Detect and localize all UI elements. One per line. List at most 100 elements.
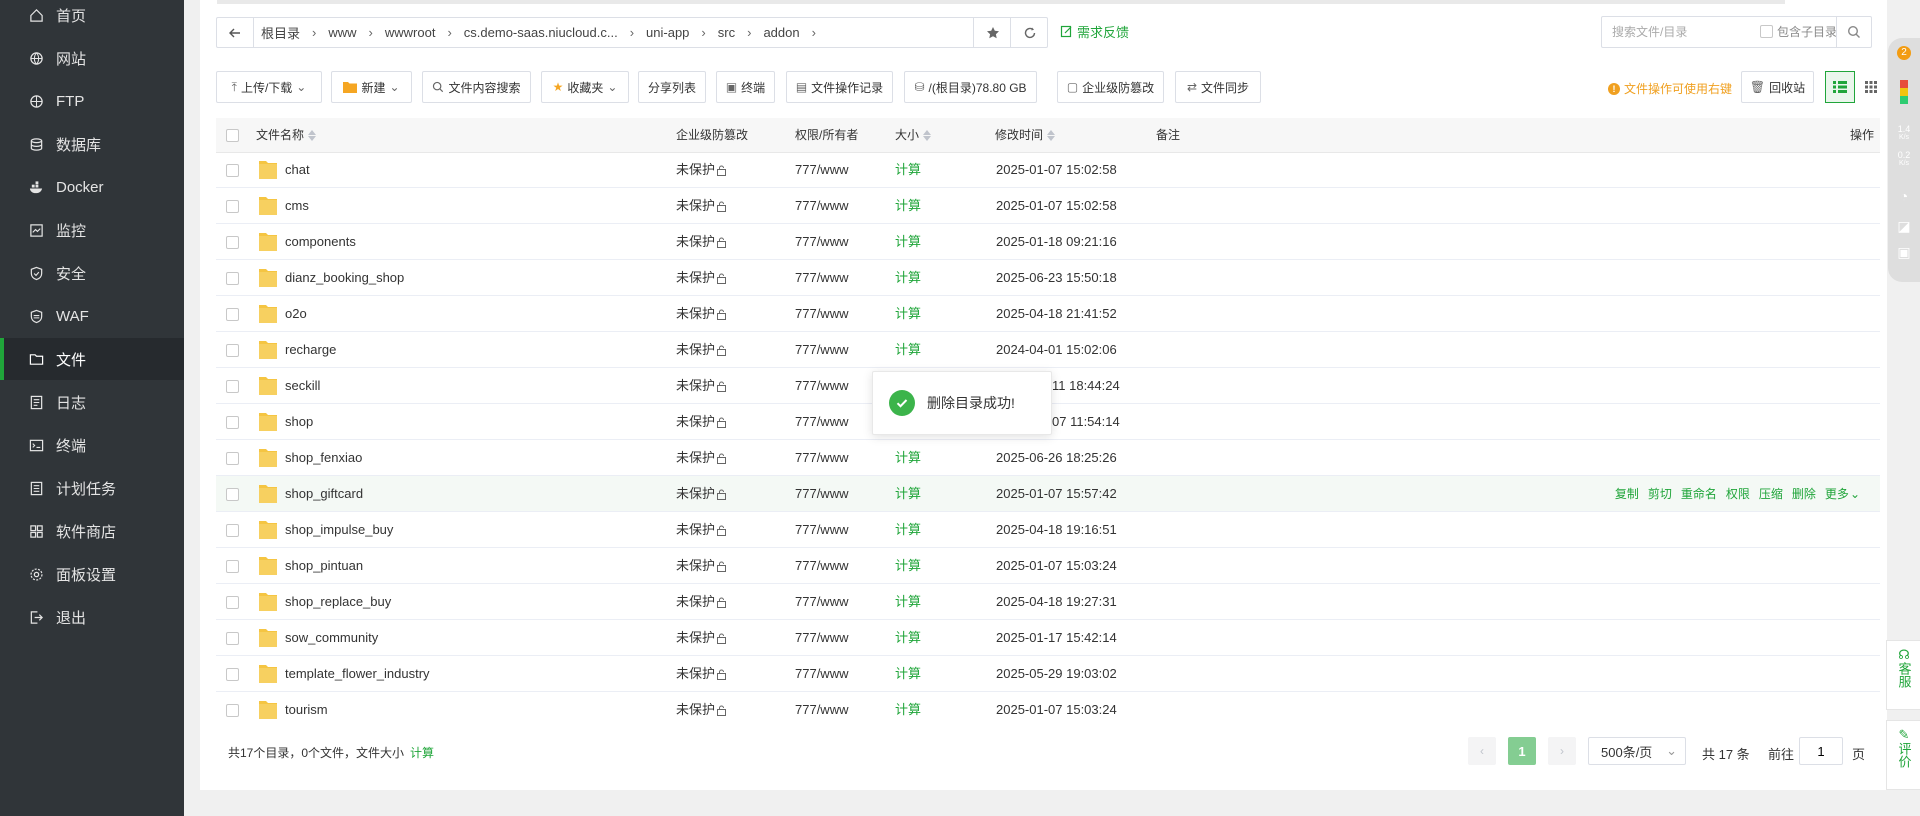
customer-service-button[interactable]: ☊ 客服 bbox=[1886, 640, 1920, 710]
feedback-link[interactable]: 需求反馈 bbox=[1060, 22, 1129, 41]
permission-owner[interactable]: 777/www bbox=[795, 476, 848, 512]
sidebar-item[interactable]: 监控 bbox=[0, 209, 184, 251]
size-calc-link[interactable]: 计算 bbox=[895, 620, 921, 656]
row-action-5[interactable]: 删除 bbox=[1792, 476, 1816, 512]
tamper-status[interactable]: 未保护 bbox=[676, 188, 727, 224]
file-name-link[interactable]: tourism bbox=[285, 692, 328, 722]
sidebar-item[interactable]: 文件 bbox=[0, 338, 184, 380]
table-row[interactable]: recharge 未保护 777/www 计算 2024-04-01 15:02:06 bbox=[216, 332, 1880, 368]
row-checkbox[interactable] bbox=[226, 596, 239, 609]
tamper-status[interactable]: 未保护 bbox=[676, 584, 727, 620]
permission-owner[interactable]: 777/www bbox=[795, 332, 848, 368]
size-calc-link[interactable]: 计算 bbox=[895, 512, 921, 548]
recycle-bin-button[interactable]: 🗑 回收站 bbox=[1741, 71, 1814, 103]
permission-owner[interactable]: 777/www bbox=[795, 368, 848, 404]
prev-page-button[interactable]: ‹ bbox=[1468, 737, 1496, 765]
permission-owner[interactable]: 777/www bbox=[795, 224, 848, 260]
row-checkbox[interactable] bbox=[226, 524, 239, 537]
file-name-link[interactable]: shop_pintuan bbox=[285, 548, 363, 584]
breadcrumb-item[interactable]: cs.demo-saas.niucloud.c... bbox=[464, 25, 618, 40]
size-calc-link[interactable]: 计算 bbox=[895, 476, 921, 512]
notification-badge[interactable]: 2 bbox=[1888, 46, 1920, 60]
file-name-link[interactable]: template_flower_industry bbox=[285, 656, 430, 692]
tamper-status[interactable]: 未保护 bbox=[676, 404, 727, 440]
size-calc-link[interactable]: 计算 bbox=[895, 584, 921, 620]
terminal-button[interactable]: ▣ 终端 bbox=[716, 71, 775, 103]
file-name-link[interactable]: shop bbox=[285, 404, 313, 440]
disk-button[interactable]: ⛁ /(根目录)78.80 GB bbox=[904, 71, 1037, 103]
calc-size-link[interactable]: 计算 bbox=[410, 744, 434, 761]
sidebar-item[interactable]: 首页 bbox=[0, 0, 184, 36]
row-checkbox[interactable] bbox=[226, 200, 239, 213]
breadcrumb-item[interactable]: www bbox=[328, 25, 356, 40]
breadcrumb-item[interactable]: uni-app bbox=[646, 25, 689, 40]
tamper-status[interactable]: 未保护 bbox=[676, 296, 727, 332]
permission-owner[interactable]: 777/www bbox=[795, 584, 848, 620]
tamper-status[interactable]: 未保护 bbox=[676, 476, 727, 512]
next-page-button[interactable]: › bbox=[1548, 737, 1576, 765]
table-row[interactable]: shop_impulse_buy 未保护 777/www 计算 2025-04-18 1… bbox=[216, 512, 1880, 548]
include-subdir-toggle[interactable]: 包含子目录 bbox=[1760, 23, 1837, 40]
table-row[interactable]: components 未保护 777/www 计算 2025-01-18 09:21:1… bbox=[216, 224, 1880, 260]
permission-owner[interactable]: 777/www bbox=[795, 656, 848, 692]
operation-log-button[interactable]: ▤ 文件操作记录 bbox=[786, 71, 893, 103]
tamper-status[interactable]: 未保护 bbox=[676, 152, 727, 188]
tamper-status[interactable]: 未保护 bbox=[676, 440, 727, 476]
size-calc-link[interactable]: 计算 bbox=[895, 260, 921, 296]
content-search-button[interactable]: 文件内容搜索 bbox=[422, 71, 531, 103]
permission-owner[interactable]: 777/www bbox=[795, 152, 848, 188]
permission-owner[interactable]: 777/www bbox=[795, 260, 848, 296]
table-row[interactable]: shop_pintuan 未保护 777/www 计算 2025-01-07 15:03… bbox=[216, 548, 1880, 584]
file-name-link[interactable]: cms bbox=[285, 188, 309, 224]
favorite-star-button[interactable] bbox=[973, 18, 1011, 47]
row-checkbox[interactable] bbox=[226, 668, 239, 681]
file-name-link[interactable]: shop_replace_buy bbox=[285, 584, 391, 620]
image-icon[interactable]: ▣ bbox=[1888, 244, 1920, 261]
permission-owner[interactable]: 777/www bbox=[795, 512, 848, 548]
table-row[interactable]: dianz_booking_shop 未保护 777/www 计算 2025-06-23… bbox=[216, 260, 1880, 296]
header-mtime[interactable]: 修改时间 bbox=[995, 118, 1056, 152]
table-row[interactable]: tourism 未保护 777/www 计算 2025-01-07 15:03:24 bbox=[216, 692, 1880, 722]
sidebar-item[interactable]: WAF bbox=[0, 295, 184, 337]
cpu-icon[interactable]: ◔ bbox=[1888, 188, 1920, 204]
size-calc-link[interactable]: 计算 bbox=[895, 152, 921, 188]
breadcrumb-item[interactable]: src bbox=[718, 25, 735, 40]
tamper-status[interactable]: 未保护 bbox=[676, 260, 727, 296]
tamper-status[interactable]: 未保护 bbox=[676, 368, 727, 404]
row-checkbox[interactable] bbox=[226, 452, 239, 465]
row-action-0[interactable]: 复制 bbox=[1615, 476, 1639, 512]
file-name-link[interactable]: sow_community bbox=[285, 620, 378, 656]
search-button[interactable] bbox=[1836, 17, 1871, 47]
size-calc-link[interactable]: 计算 bbox=[895, 296, 921, 332]
search-input[interactable] bbox=[1610, 21, 1754, 43]
sidebar-item[interactable]: 软件商店 bbox=[0, 510, 184, 552]
sidebar-item[interactable]: 终端 bbox=[0, 424, 184, 466]
row-action-1[interactable]: 剪切 bbox=[1648, 476, 1672, 512]
table-row[interactable]: cms 未保护 777/www 计算 2025-01-07 15:02:58 bbox=[216, 188, 1880, 224]
size-calc-link[interactable]: 计算 bbox=[895, 692, 921, 722]
breadcrumb-item[interactable]: addon bbox=[763, 25, 799, 40]
size-calc-link[interactable]: 计算 bbox=[895, 224, 921, 260]
sidebar-item[interactable]: FTP bbox=[0, 80, 184, 122]
breadcrumb-item[interactable]: wwwroot bbox=[385, 25, 436, 40]
grid-view-button[interactable] bbox=[1857, 71, 1885, 103]
sidebar-item[interactable]: 日志 bbox=[0, 381, 184, 423]
back-button[interactable] bbox=[217, 18, 254, 47]
row-action-3[interactable]: 权限 bbox=[1726, 476, 1750, 512]
tamper-protection-button[interactable]: ▢ 企业级防篡改 bbox=[1057, 71, 1164, 103]
row-checkbox[interactable] bbox=[226, 632, 239, 645]
table-row[interactable]: chat 未保护 777/www 计算 2025-01-07 15:02:58 bbox=[216, 152, 1880, 188]
sidebar-item[interactable]: Docker bbox=[0, 166, 184, 208]
tamper-status[interactable]: 未保护 bbox=[676, 224, 727, 260]
share-list-button[interactable]: 分享列表 bbox=[638, 71, 706, 103]
page-size-select[interactable]: 500条/页 ⌄ bbox=[1588, 737, 1686, 765]
tamper-status[interactable]: 未保护 bbox=[676, 656, 727, 692]
row-action-2[interactable]: 重命名 bbox=[1681, 476, 1717, 512]
sidebar-item[interactable]: 安全 bbox=[0, 252, 184, 294]
tamper-status[interactable]: 未保护 bbox=[676, 620, 727, 656]
size-calc-link[interactable]: 计算 bbox=[895, 332, 921, 368]
permission-owner[interactable]: 777/www bbox=[795, 548, 848, 584]
table-row[interactable]: shop_fenxiao 未保护 777/www 计算 2025-06-26 18:25… bbox=[216, 440, 1880, 476]
sidebar-item[interactable]: 退出 bbox=[0, 596, 184, 638]
sidebar-item[interactable]: 网站 bbox=[0, 37, 184, 79]
